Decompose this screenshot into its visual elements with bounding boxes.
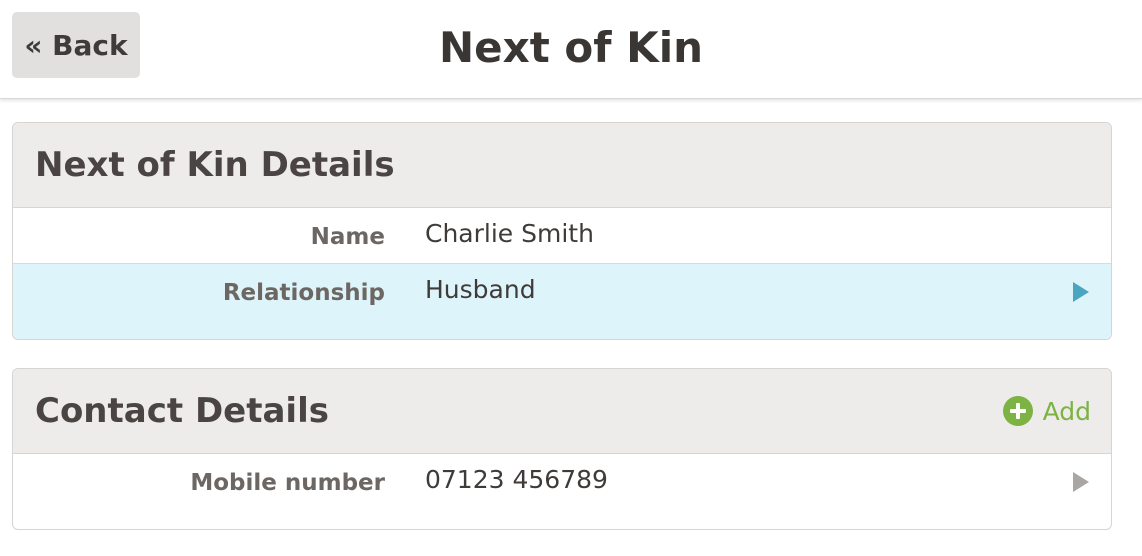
next-of-kin-panel-header: Next of Kin Details (13, 123, 1111, 208)
name-label: Name (310, 224, 385, 250)
chevron-right-icon (1073, 282, 1089, 302)
mobile-number-value: 07123 456789 (425, 465, 608, 494)
plus-circle-icon (1002, 396, 1033, 426)
name-value: Charlie Smith (425, 219, 594, 248)
contact-details-panel-title: Contact Details (35, 391, 329, 431)
relationship-row[interactable]: Relationship Husband (13, 264, 1111, 339)
relationship-label: Relationship (222, 280, 385, 306)
next-of-kin-panel-title: Next of Kin Details (35, 145, 395, 185)
chevron-right-icon (1073, 472, 1089, 492)
next-of-kin-panel: Next of Kin Details Name Charlie Smith R… (12, 122, 1112, 340)
mobile-number-label: Mobile number (190, 470, 385, 496)
top-bar: « Back Next of Kin (0, 0, 1142, 99)
name-row: Name Charlie Smith (13, 208, 1111, 264)
page-title: Next of Kin (438, 23, 704, 72)
mobile-number-row[interactable]: Mobile number 07123 456789 (13, 454, 1111, 528)
relationship-value: Husband (425, 275, 536, 304)
contact-details-panel-header: Contact Details Add (13, 369, 1111, 454)
add-label: Add (1042, 396, 1091, 426)
add-contact-button[interactable]: Add (1002, 369, 1091, 453)
contact-details-panel: Contact Details Add Mobile number 07123 … (12, 368, 1112, 530)
